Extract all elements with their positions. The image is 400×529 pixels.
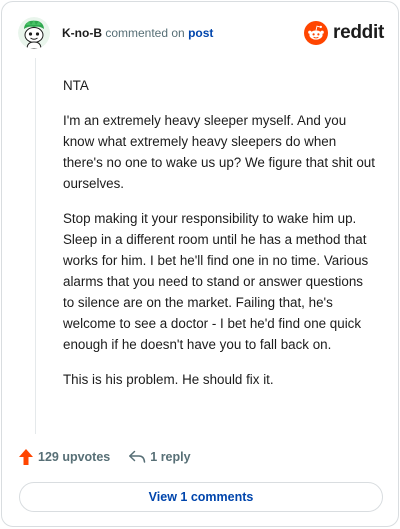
- comment-paragraph: I'm an extremely heavy sleeper myself. A…: [63, 113, 375, 191]
- reply-arrow-icon: [129, 450, 146, 463]
- comment-paragraph: This is his problem. He should fix it.: [63, 372, 274, 387]
- author-name[interactable]: K-no-B: [62, 26, 102, 40]
- thread-line[interactable]: [35, 58, 36, 434]
- author-line: K-no-B commented on post: [62, 26, 213, 40]
- upvote-button[interactable]: 129 upvotes: [18, 448, 110, 466]
- comment-header: K-no-B commented on post reddit: [18, 16, 384, 50]
- reddit-snoo-icon: [304, 21, 329, 45]
- post-link[interactable]: post: [188, 26, 213, 40]
- comment-paragraph: NTA: [63, 78, 89, 93]
- action-text: commented on: [105, 26, 185, 40]
- comment-paragraph: Stop making it your responsibility to wa…: [63, 211, 369, 352]
- comment-card: K-no-B commented on post reddit NTA I'm …: [1, 1, 399, 527]
- upvote-count: 129 upvotes: [38, 450, 111, 464]
- comment-actions: 129 upvotes 1 reply: [18, 444, 191, 470]
- arrow-up-icon: [19, 449, 33, 465]
- view-comments-button[interactable]: View 1 comments: [19, 482, 383, 512]
- comment-body: NTA I'm an extremely heavy sleeper mysel…: [63, 75, 375, 404]
- reply-count: 1 reply: [150, 450, 191, 464]
- user-avatar-icon[interactable]: [18, 17, 50, 49]
- reply-button[interactable]: 1 reply: [128, 450, 191, 464]
- reddit-logo[interactable]: reddit: [304, 21, 384, 45]
- reddit-wordmark: reddit: [333, 22, 384, 43]
